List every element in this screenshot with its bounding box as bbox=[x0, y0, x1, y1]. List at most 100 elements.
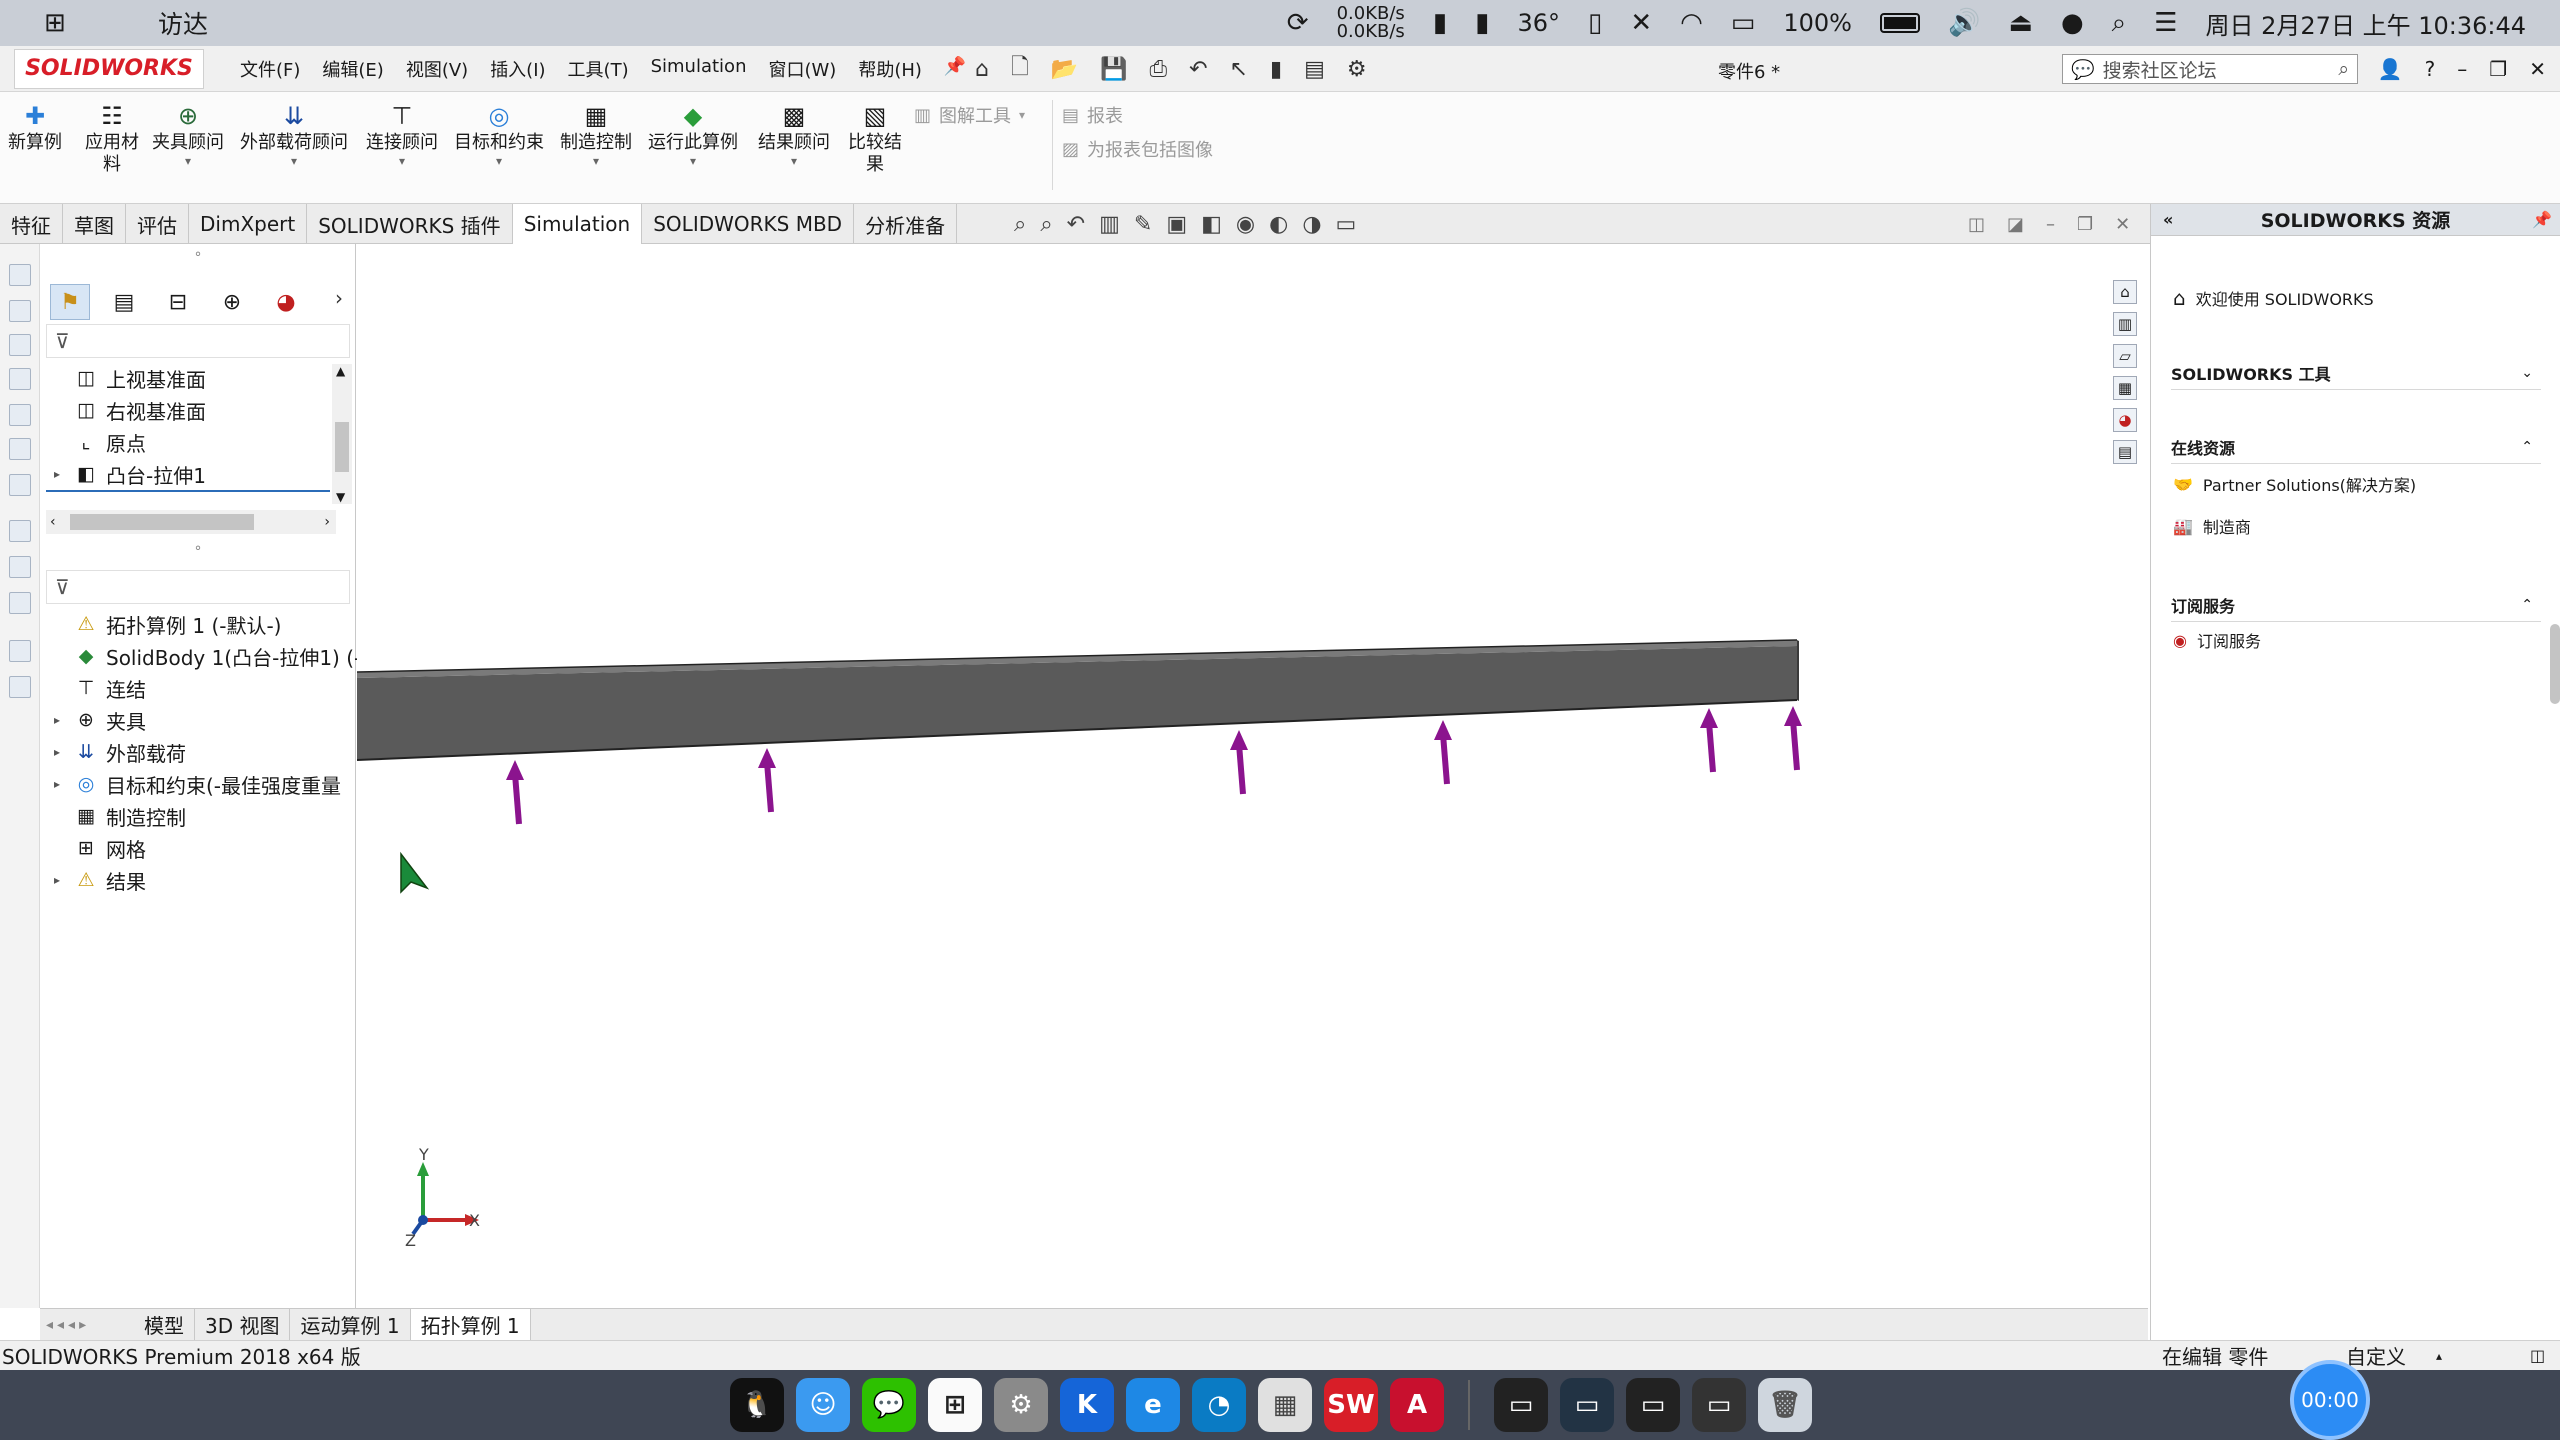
select-icon[interactable]: ↖ bbox=[1230, 57, 1248, 82]
strip-tool-icon[interactable] bbox=[9, 640, 31, 662]
task-pane-scrollbar[interactable] bbox=[2550, 624, 2560, 704]
save-icon[interactable]: 💾 bbox=[1100, 57, 1127, 82]
fixture-advisor-button[interactable]: ⊕ 夹具顾问 ▾ bbox=[152, 102, 224, 168]
expand-arrow-icon[interactable]: ▸ bbox=[50, 713, 64, 727]
appearances-icon[interactable]: ◕ bbox=[2113, 408, 2137, 432]
tree-item[interactable]: ▸ ⇊ 外部载荷 bbox=[50, 736, 186, 768]
tree-item[interactable]: ▸ ◎ 目标和约束(-最佳强度重量 bbox=[50, 768, 341, 800]
dropdown-caret-icon[interactable]: ▾ bbox=[791, 154, 797, 168]
solidworks-app-icon[interactable]: SW bbox=[1324, 1378, 1378, 1432]
file-explorer-icon[interactable]: ▱ bbox=[2113, 344, 2137, 368]
browser-e-icon[interactable]: e bbox=[1126, 1378, 1180, 1432]
finder-icon[interactable]: ☺ bbox=[796, 1378, 850, 1432]
tab-0[interactable]: 特征 bbox=[0, 204, 63, 244]
rebuild-icon[interactable]: ▮ bbox=[1270, 57, 1282, 82]
more-tabs-chevron-icon[interactable]: › bbox=[335, 286, 343, 310]
help-icon[interactable]: ? bbox=[2425, 57, 2436, 81]
strip-tool-icon[interactable] bbox=[9, 556, 31, 578]
dropdown-caret-icon[interactable]: ▾ bbox=[496, 154, 502, 168]
chevron-up-icon[interactable]: ⌃ bbox=[2521, 597, 2533, 613]
menu-window[interactable]: 窗口(W) bbox=[768, 56, 836, 82]
expand-arrow-icon[interactable]: ▸ bbox=[50, 873, 64, 887]
strip-tool-icon[interactable] bbox=[9, 520, 31, 542]
report-button[interactable]: ▤ 报表 bbox=[1062, 102, 1123, 128]
undo-icon[interactable]: ↶ bbox=[1189, 57, 1207, 82]
trash-icon[interactable]: 🗑 bbox=[1758, 1378, 1812, 1432]
study-tree-filter[interactable]: ⊽ bbox=[46, 570, 350, 604]
external-loads-advisor-button[interactable]: ⇊ 外部载荷顾问 ▾ bbox=[240, 102, 348, 168]
menu-simulation[interactable]: Simulation bbox=[651, 56, 747, 82]
viewport-split-icon[interactable]: ◫ bbox=[1968, 214, 1985, 235]
edit-appearance-icon[interactable]: ◐ bbox=[1269, 212, 1288, 237]
expand-arrow-icon[interactable]: ▸ bbox=[50, 745, 64, 759]
pin-icon[interactable]: 📌 bbox=[944, 56, 966, 82]
restore-button[interactable]: ❐ bbox=[2489, 57, 2507, 81]
battery-percent[interactable]: 100% bbox=[1783, 9, 1852, 37]
dimxpert-manager-tab-icon[interactable]: ⊕ bbox=[212, 284, 252, 320]
autocad-window-thumbnail-icon[interactable]: ▭ bbox=[1560, 1378, 1614, 1432]
file-properties-icon[interactable]: ▤ bbox=[1304, 57, 1325, 82]
system-preferences-icon[interactable]: ⚙ bbox=[994, 1378, 1048, 1432]
view-palette-icon[interactable]: ▦ bbox=[2113, 376, 2137, 400]
dropdown-caret-icon[interactable]: ▾ bbox=[593, 154, 599, 168]
battery-icon[interactable] bbox=[1880, 13, 1920, 33]
viewport-minimize-button[interactable]: – bbox=[2046, 214, 2055, 235]
spotlight-search-icon[interactable]: ⌕ bbox=[2112, 8, 2127, 39]
user-icon[interactable]: ● bbox=[2061, 8, 2084, 38]
tree-item[interactable]: ⊤ 连结 bbox=[50, 672, 146, 704]
tab-3[interactable]: DimXpert bbox=[189, 204, 308, 244]
scroll-thumb[interactable] bbox=[335, 422, 349, 472]
panel-splitter-handle[interactable]: ° bbox=[40, 250, 356, 266]
device-battery-icon[interactable]: ▯ bbox=[1588, 8, 1602, 38]
strip-tool-icon[interactable] bbox=[9, 676, 31, 698]
notification-icon[interactable]: ◫ bbox=[2530, 1346, 2545, 1365]
memory-icon[interactable]: ▮ bbox=[1475, 8, 1489, 38]
strip-tool-icon[interactable] bbox=[9, 334, 31, 356]
custom-properties-icon[interactable]: ▤ bbox=[2113, 440, 2137, 464]
expand-arrow-icon[interactable]: ▸ bbox=[50, 777, 64, 791]
tree-item[interactable]: ▸ ◧ 凸台-拉伸1 bbox=[50, 458, 206, 490]
tree-item[interactable]: ▸ ⚠ 结果 bbox=[50, 864, 146, 896]
model-tab-1[interactable]: 3D 视图 bbox=[195, 1308, 291, 1341]
launchpad-icon[interactable]: ▦ bbox=[1258, 1378, 1312, 1432]
windows-app-icon[interactable]: ⊞ bbox=[928, 1378, 982, 1432]
expand-arrow-icon[interactable]: ▸ bbox=[50, 467, 64, 481]
autocad-window-thumbnail-icon[interactable]: ▭ bbox=[1626, 1378, 1680, 1432]
qq-icon[interactable]: 🐧 bbox=[730, 1378, 784, 1432]
strip-tool-icon[interactable] bbox=[9, 438, 31, 460]
menu-edit[interactable]: 编辑(E) bbox=[322, 56, 383, 82]
autocad-window-thumbnail-icon[interactable]: ▭ bbox=[1494, 1378, 1548, 1432]
viewport-restore-button[interactable]: ❐ bbox=[2077, 214, 2093, 235]
viewport-expand-icon[interactable]: ◪ bbox=[2007, 214, 2024, 235]
tab-2[interactable]: 评估 bbox=[126, 204, 189, 244]
feature-manager-tab-icon[interactable]: ⚑ bbox=[50, 284, 90, 320]
panel-splitter-handle[interactable]: ° bbox=[40, 544, 356, 560]
model-tab-2[interactable]: 运动算例 1 bbox=[290, 1308, 411, 1341]
solidworks-logo[interactable]: SOLIDWORKS bbox=[14, 48, 204, 89]
datetime[interactable]: 周日 2月27日 上午 10:36:44 bbox=[2206, 6, 2526, 41]
sync-icon[interactable]: ⟳ bbox=[1287, 8, 1309, 38]
eject-icon[interactable]: ⏏ bbox=[2008, 8, 2033, 38]
manufacturing-controls-button[interactable]: ▦ 制造控制 ▾ bbox=[560, 102, 632, 168]
strip-tool-icon[interactable] bbox=[9, 300, 31, 322]
scroll-up-icon[interactable]: ▲ bbox=[336, 364, 345, 378]
tree-item[interactable]: ⊞ 网格 bbox=[50, 832, 146, 864]
menu-view[interactable]: 视图(V) bbox=[406, 56, 468, 82]
edge-icon[interactable]: ◔ bbox=[1192, 1378, 1246, 1432]
design-library-icon[interactable]: ▥ bbox=[2113, 312, 2137, 336]
cpu-icon[interactable]: ▮ bbox=[1433, 8, 1447, 38]
screen-recorder-timer[interactable]: 00:00 bbox=[2290, 1360, 2370, 1440]
zoom-to-area-icon[interactable]: ⌕ bbox=[1040, 212, 1052, 237]
options-gear-icon[interactable]: ⚙ bbox=[1347, 57, 1367, 82]
community-search-input[interactable]: 💬 搜索社区论坛 ⌕ bbox=[2062, 54, 2358, 84]
menu-file[interactable]: 文件(F) bbox=[240, 56, 300, 82]
strip-tool-icon[interactable] bbox=[9, 474, 31, 496]
view-settings-icon[interactable]: ▭ bbox=[1336, 212, 1357, 237]
subscription-services-link[interactable]: ◉ 订阅服务 bbox=[2173, 628, 2261, 652]
dropdown-caret-icon[interactable]: ▾ bbox=[399, 154, 405, 168]
chevron-up-icon[interactable]: ⌃ bbox=[2521, 439, 2533, 455]
autocad-icon[interactable]: A bbox=[1390, 1378, 1444, 1432]
tab-navigation-arrows[interactable]: ◂◂◂▸ bbox=[46, 1317, 134, 1333]
unit-system-caret-icon[interactable]: ▴ bbox=[2436, 1349, 2442, 1363]
tree-item[interactable]: ▸ ⊕ 夹具 bbox=[50, 704, 146, 736]
